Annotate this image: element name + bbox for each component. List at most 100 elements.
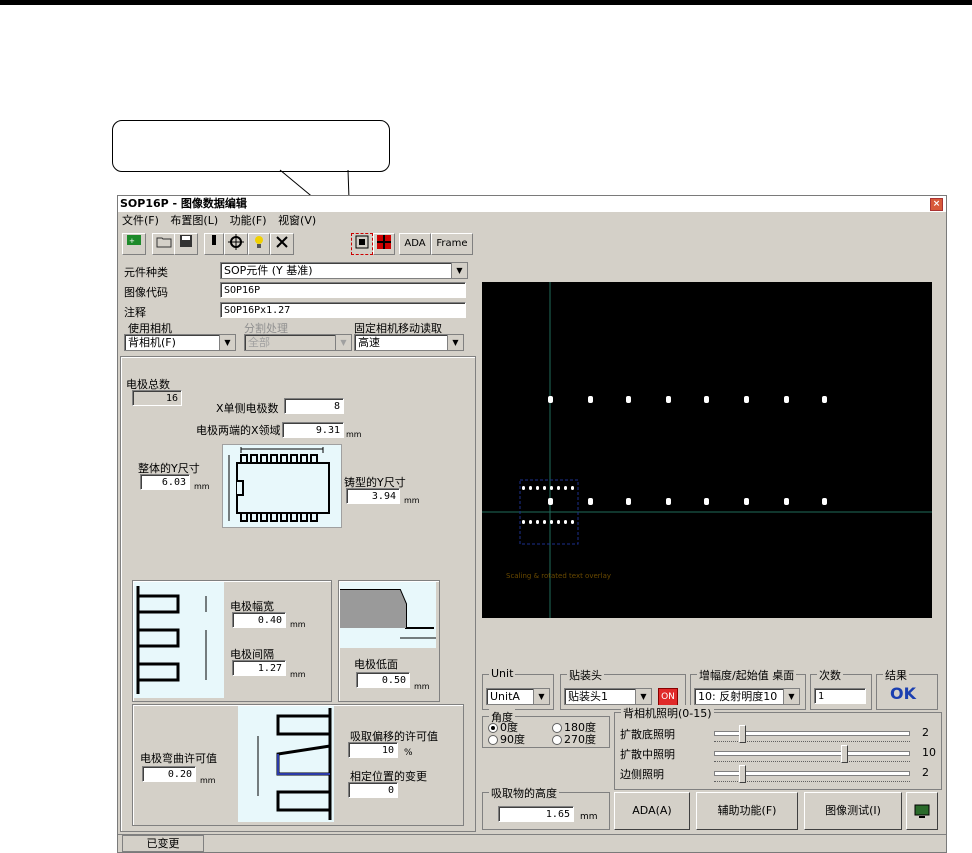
image-code-label: 图像代码 <box>124 286 168 299</box>
radio-icon <box>552 735 562 745</box>
electrode-dot <box>704 498 709 505</box>
x-area-unit: mm <box>346 430 362 439</box>
camera-image-viewer[interactable]: Scaling & rotated text overlay <box>482 282 932 618</box>
electrode-dot <box>588 396 593 403</box>
electrode-bottom-diagram <box>340 582 436 648</box>
frame-select-icon[interactable] <box>351 233 373 255</box>
camera-select[interactable]: 背相机(F) ▼ <box>124 334 236 351</box>
electrode-pitch-field[interactable]: 1.27 <box>232 660 286 676</box>
toolbar: + ADA Frame <box>118 231 473 255</box>
electrode-dot <box>548 396 553 403</box>
stop-icon[interactable] <box>204 233 224 255</box>
mold-y-unit: mm <box>404 496 420 505</box>
split-select: 全部 ▼ <box>244 334 352 351</box>
count-field[interactable]: 1 <box>814 688 866 704</box>
slider-thumb[interactable] <box>739 725 746 743</box>
electrode-bend-label: 电极弯曲许可值 <box>140 752 217 765</box>
chevron-down-icon: ▼ <box>783 689 799 704</box>
thumbnail-electrode-dot <box>522 486 525 490</box>
height-label: 吸取物的高度 <box>489 785 559 801</box>
chevron-down-icon: ▼ <box>451 263 467 278</box>
thumbnail-electrode-dot <box>529 486 532 490</box>
thumbnail-electrode-dot <box>571 520 574 524</box>
thumbnail-electrode-dot <box>536 520 539 524</box>
sop-package-diagram <box>222 444 342 528</box>
ada-button[interactable]: ADA <box>399 233 431 255</box>
slider-thumb[interactable] <box>841 745 848 763</box>
electrode-bottom-field[interactable]: 0.50 <box>356 672 410 688</box>
slider-thumb[interactable] <box>739 765 746 783</box>
on-badge[interactable]: ON <box>658 688 678 706</box>
chevron-down-icon: ▼ <box>219 335 235 350</box>
chevron-down-icon: ▼ <box>447 335 463 350</box>
part-type-select[interactable]: SOP元件 (Y 基准) ▼ <box>220 262 468 279</box>
pick-offset-field[interactable]: 10 <box>348 742 398 758</box>
ada-function-button[interactable]: ADA(A) <box>614 792 690 830</box>
x-side-electrodes-label: X单侧电极数 <box>216 402 279 415</box>
head-select[interactable]: 贴装头1 ▼ <box>564 688 652 705</box>
electrode-dot <box>744 498 749 505</box>
head-value: 贴装头1 <box>568 690 608 703</box>
comment-field[interactable]: SOP16Px1.27 <box>220 302 466 318</box>
light-slider[interactable] <box>714 725 910 743</box>
electrode-bend-field[interactable]: 0.20 <box>142 766 196 782</box>
overall-y-field[interactable]: 6.03 <box>140 474 190 490</box>
new-icon[interactable]: + <box>122 233 146 255</box>
image-code-field[interactable]: SOP16P <box>220 282 466 298</box>
part-type-label: 元件种类 <box>124 266 168 279</box>
tools-icon[interactable] <box>270 233 294 255</box>
light-value: 2 <box>922 726 929 739</box>
split-value: 全部 <box>248 336 270 349</box>
angle-90-radio[interactable]: 90度 <box>488 731 525 747</box>
monitor-icon[interactable] <box>906 792 938 830</box>
angle-270-radio[interactable]: 270度 <box>552 731 596 747</box>
electrode-width-unit: mm <box>290 620 306 629</box>
status-bar: 已变更 <box>118 834 946 852</box>
height-field[interactable]: 1.65 <box>498 806 574 822</box>
gain-select[interactable]: 10: 反射明度10 ▼ <box>694 688 800 705</box>
x-side-electrodes-field[interactable]: 8 <box>284 398 344 414</box>
menu-view[interactable]: 视窗(V) <box>278 214 316 227</box>
electrode-bottom-unit: mm <box>414 682 430 691</box>
light-slider[interactable] <box>714 765 910 783</box>
svg-text:+: + <box>129 237 135 245</box>
x-area-field[interactable]: 9.31 <box>282 422 344 438</box>
grid-icon[interactable] <box>373 233 395 255</box>
lighting-label: 背相机照明(0-15) <box>621 705 714 721</box>
menu-layout[interactable]: 布置图(L) <box>170 214 218 227</box>
thumbnail-electrode-dot <box>550 520 553 524</box>
electrode-dot <box>744 396 749 403</box>
gain-label: 增幅度/起始值 桌面 <box>697 667 797 683</box>
slider-track <box>714 751 910 756</box>
part-type-value: SOP元件 (Y 基准) <box>224 264 313 277</box>
electrode-dot <box>666 396 671 403</box>
unit-select[interactable]: UnitA ▼ <box>486 688 550 705</box>
light-slider[interactable] <box>714 745 910 763</box>
relative-position-field[interactable]: 0 <box>348 782 398 798</box>
unit-label: Unit <box>489 667 516 680</box>
electrode-pitch-diagram <box>134 582 224 698</box>
electrode-dot <box>626 396 631 403</box>
height-unit: mm <box>580 812 598 822</box>
thumbnail-electrode-dot <box>557 486 560 490</box>
close-button[interactable]: × <box>930 198 943 211</box>
crosshair-icon[interactable] <box>224 233 248 255</box>
lightbulb-icon[interactable] <box>248 233 270 255</box>
menu-file[interactable]: 文件(F) <box>122 214 159 227</box>
electrode-dot <box>588 498 593 505</box>
aux-function-button[interactable]: 辅助功能(F) <box>696 792 798 830</box>
image-test-button[interactable]: 图像测试(I) <box>804 792 902 830</box>
electrode-bend-unit: mm <box>200 776 216 785</box>
light-value: 2 <box>922 766 929 779</box>
save-icon[interactable] <box>174 233 198 255</box>
frame-button[interactable]: Frame <box>431 233 473 255</box>
chevron-down-icon: ▼ <box>635 689 651 704</box>
thumbnail-electrode-dot <box>564 520 567 524</box>
thumbnail-electrode-dot <box>522 520 525 524</box>
fixed-camera-select[interactable]: 高速 ▼ <box>354 334 464 351</box>
electrode-width-field[interactable]: 0.40 <box>232 612 286 628</box>
menu-function[interactable]: 功能(F) <box>230 214 267 227</box>
open-folder-icon[interactable] <box>152 233 176 255</box>
mold-y-field[interactable]: 3.94 <box>346 488 400 504</box>
gain-value: 10: 反射明度10 <box>698 690 778 703</box>
